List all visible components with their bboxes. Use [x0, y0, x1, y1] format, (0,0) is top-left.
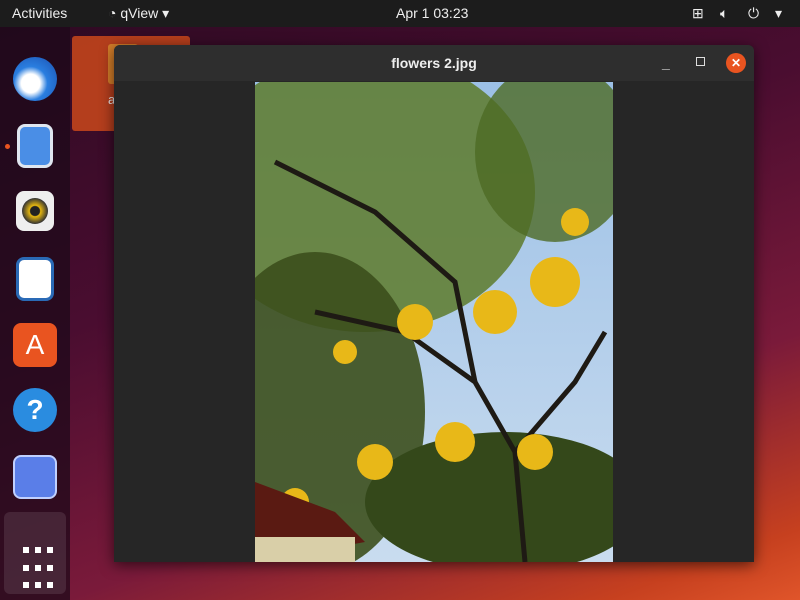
- running-indicator: [5, 144, 10, 149]
- title-bar[interactable]: flowers 2.jpg _ ✕: [114, 45, 754, 81]
- thunderbird-icon[interactable]: [13, 57, 57, 101]
- app-menu[interactable]: ◔ qView ▾: [108, 5, 169, 22]
- files-icon[interactable]: [17, 124, 53, 168]
- maximize-button[interactable]: [696, 57, 705, 66]
- help-icon[interactable]: ?: [13, 388, 57, 432]
- qview-icon: ◔: [108, 5, 117, 21]
- qview-window: flowers 2.jpg _ ✕: [114, 45, 754, 562]
- top-bar: Activities ◔ qView ▾ Apr 1 03:23 ⊞ 🔈︎ ⏻ …: [0, 0, 800, 27]
- activities-button[interactable]: Activities: [12, 5, 67, 21]
- libreoffice-impress-icon[interactable]: [16, 257, 54, 301]
- system-menu-chevron-icon[interactable]: ▾: [775, 5, 782, 22]
- dock: A ?: [0, 27, 70, 600]
- power-icon[interactable]: ⏻: [748, 5, 759, 22]
- clock[interactable]: Apr 1 03:23: [396, 5, 468, 21]
- window-title: flowers 2.jpg: [391, 55, 477, 71]
- show-applications-button[interactable]: [4, 512, 66, 594]
- image-viewer-photo: [255, 82, 613, 562]
- network-icon[interactable]: ⊞: [692, 5, 704, 22]
- chevron-down-icon: ▾: [162, 5, 170, 21]
- rhythmbox-icon[interactable]: [16, 191, 54, 231]
- app-menu-label: qView: [120, 5, 159, 21]
- minimize-button[interactable]: _: [662, 45, 670, 81]
- close-button[interactable]: ✕: [726, 53, 746, 73]
- volume-icon[interactable]: 🔈︎: [720, 5, 728, 22]
- screenshot-icon[interactable]: [13, 455, 57, 499]
- software-center-icon[interactable]: A: [13, 323, 57, 367]
